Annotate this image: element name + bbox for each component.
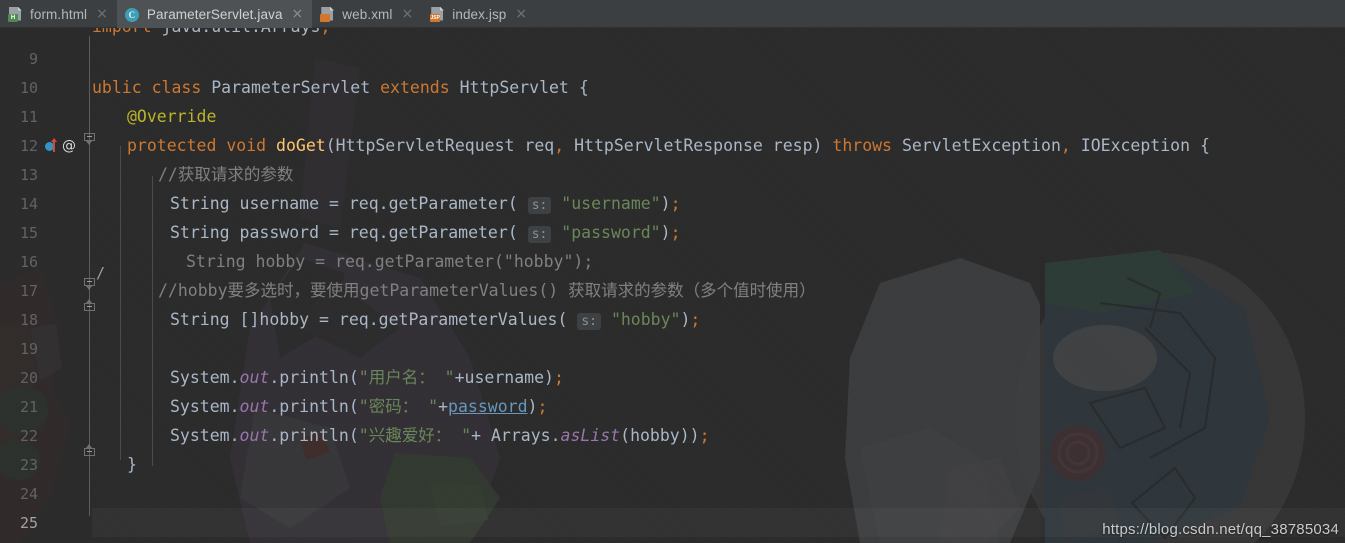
close-icon[interactable]: ×	[96, 7, 108, 21]
editor-tab-bar: H form.html × C ParameterServlet.java × …	[0, 0, 1345, 28]
code-line-15: String password = req.getParameter( s: "…	[170, 223, 681, 243]
code-line-20: System.out.println("用户名： "+username);	[170, 368, 564, 387]
tab-label: web.xml	[342, 6, 393, 22]
code-line-17: //hobby要多选时，要使用getParameterValues() 获取请求…	[158, 281, 816, 300]
code-editor[interactable]: 9 10 11 12 @ 13 14 15 16 17 18 19 20 21 …	[0, 28, 1345, 543]
tab-label: form.html	[30, 6, 88, 22]
html-file-icon: H	[8, 6, 23, 22]
code-content[interactable]: import java.util.Arrays; ublic class Par…	[0, 28, 1345, 543]
code-line-10: ublic class ParameterServlet extends Htt…	[92, 78, 589, 97]
code-line-14: String username = req.getParameter( s: "…	[170, 194, 681, 214]
html-file-badge: H	[8, 13, 18, 22]
tab-label: index.jsp	[452, 6, 507, 22]
tab-parameterservlet-java[interactable]: C ParameterServlet.java ×	[116, 0, 313, 28]
code-line-21: System.out.println("密码： "+password);	[170, 397, 548, 416]
close-icon[interactable]: ×	[515, 7, 527, 21]
java-class-badge: C	[124, 7, 139, 22]
code-line-12: protected void doGet(HttpServletRequest …	[127, 136, 1210, 155]
xml-file-icon	[320, 6, 335, 22]
code-line-13: //获取请求的参数	[158, 165, 294, 184]
watermark-url: https://blog.csdn.net/qq_38785034	[1102, 521, 1339, 538]
parameter-hint: s:	[527, 226, 552, 243]
tab-index-jsp[interactable]: JSP index.jsp ×	[422, 0, 536, 28]
close-icon[interactable]: ×	[402, 7, 414, 21]
code-line-23: }	[127, 455, 137, 474]
jsp-file-badge: JSP	[430, 13, 441, 22]
ide-window: H form.html × C ParameterServlet.java × …	[0, 0, 1345, 543]
code-line-11: @Override	[127, 107, 217, 126]
parameter-hint: s:	[527, 197, 552, 214]
close-icon[interactable]: ×	[292, 7, 304, 21]
xml-file-badge	[320, 13, 331, 22]
code-line-18: String []hobby = req.getParameterValues(…	[170, 310, 701, 330]
code-line-22: System.out.println("兴趣爱好： "+ Arrays.asLi…	[170, 426, 710, 445]
jsp-file-icon: JSP	[430, 6, 445, 22]
java-file-icon: C	[124, 7, 140, 22]
code-line-16: String hobby = req.getParameter("hobby")…	[186, 252, 594, 271]
tab-web-xml[interactable]: web.xml ×	[312, 0, 422, 28]
code-line-8-clipped: import java.util.Arrays;	[92, 28, 330, 41]
tab-form-html[interactable]: H form.html ×	[0, 0, 117, 28]
parameter-hint: s:	[577, 313, 601, 330]
tab-label: ParameterServlet.java	[146, 6, 283, 22]
